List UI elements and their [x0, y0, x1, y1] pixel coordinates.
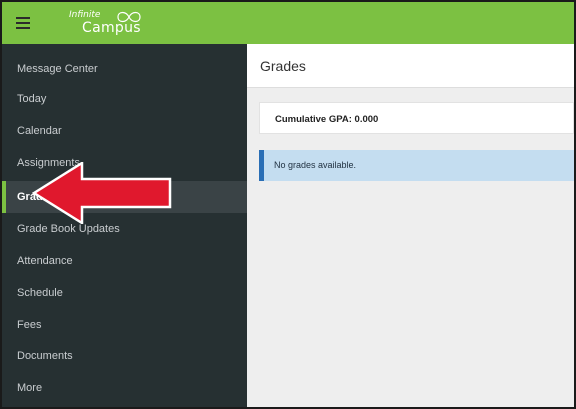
page-header: Grades: [247, 44, 574, 88]
alert-message: No grades available.: [274, 160, 357, 170]
sidebar-item-calendar[interactable]: Calendar: [2, 115, 247, 147]
top-bar: Infinite Campus: [2, 2, 574, 44]
cumulative-gpa: Cumulative GPA: 0.000: [275, 114, 379, 125]
infinity-logo-icon: [117, 11, 141, 23]
sidebar-item-fees[interactable]: Fees: [2, 309, 247, 341]
red-arrow-pointer-icon: [32, 162, 172, 224]
sidebar-item-attendance[interactable]: Attendance: [2, 245, 247, 277]
sidebar-item-more[interactable]: More: [2, 372, 247, 404]
gpa-card: Cumulative GPA: 0.000: [259, 102, 574, 134]
sidebar-nav: Message Center Today Calendar Assignment…: [2, 44, 247, 407]
infinite-campus-logo[interactable]: Infinite Campus: [64, 10, 154, 38]
hamburger-icon: [16, 17, 30, 19]
sidebar-item-message-center[interactable]: Message Center: [2, 53, 247, 85]
sidebar-item-documents[interactable]: Documents: [2, 340, 247, 372]
hamburger-menu-button[interactable]: [2, 2, 44, 44]
page-title: Grades: [260, 58, 306, 74]
sidebar-item-schedule[interactable]: Schedule: [2, 277, 247, 309]
app-window: Infinite Campus Message Center Today Cal…: [0, 0, 576, 409]
sidebar-item-today[interactable]: Today: [2, 85, 247, 115]
main-content: Grades Cumulative GPA: 0.000 No grades a…: [247, 44, 574, 407]
info-alert: No grades available.: [259, 150, 574, 181]
